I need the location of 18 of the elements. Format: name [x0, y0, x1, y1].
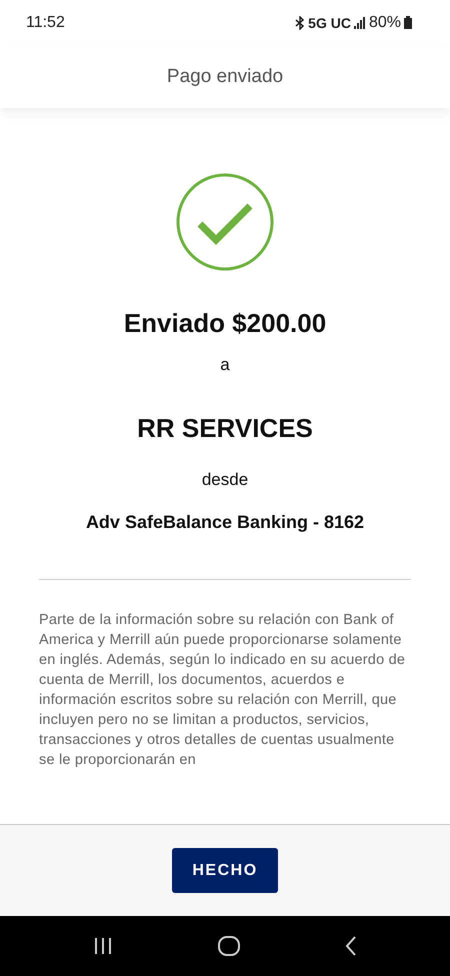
from-label: desde: [202, 470, 248, 490]
amount-sent: Enviado $200.00: [124, 308, 326, 339]
disclaimer-text: Parte de la información sobre su relación con Bank of America y Merrill aún puede proporcionarse solamente en inglés. Además, según lo indicado en su acuerdo de cuenta de Merrill, los documentos, acuerdos e información escritos sobre su relación con Merrill, que incluyen pero no se limitan a productos, servicios, transacciones y otros detalles de cuentas usualmente se le proporcionarán en: [39, 611, 406, 770]
home-icon[interactable]: [218, 936, 240, 956]
recent-apps-icon[interactable]: [92, 937, 113, 955]
clock: 11:52: [26, 14, 65, 32]
done-button[interactable]: HECHO: [172, 848, 278, 893]
to-label: a: [220, 355, 230, 375]
battery-percent: 80%: [368, 14, 401, 32]
battery-icon: [404, 16, 412, 29]
account-name: Adv SafeBalance Banking - 8162: [86, 512, 364, 533]
page-title: Pago enviado: [166, 66, 284, 88]
signal-icon: [354, 16, 366, 28]
network-type: 5G UC: [308, 14, 351, 30]
back-icon[interactable]: [345, 936, 358, 956]
checkmark-icon: [175, 172, 275, 272]
payee-name: RR SERVICES: [137, 413, 313, 444]
bluetooth-icon: [295, 16, 306, 30]
